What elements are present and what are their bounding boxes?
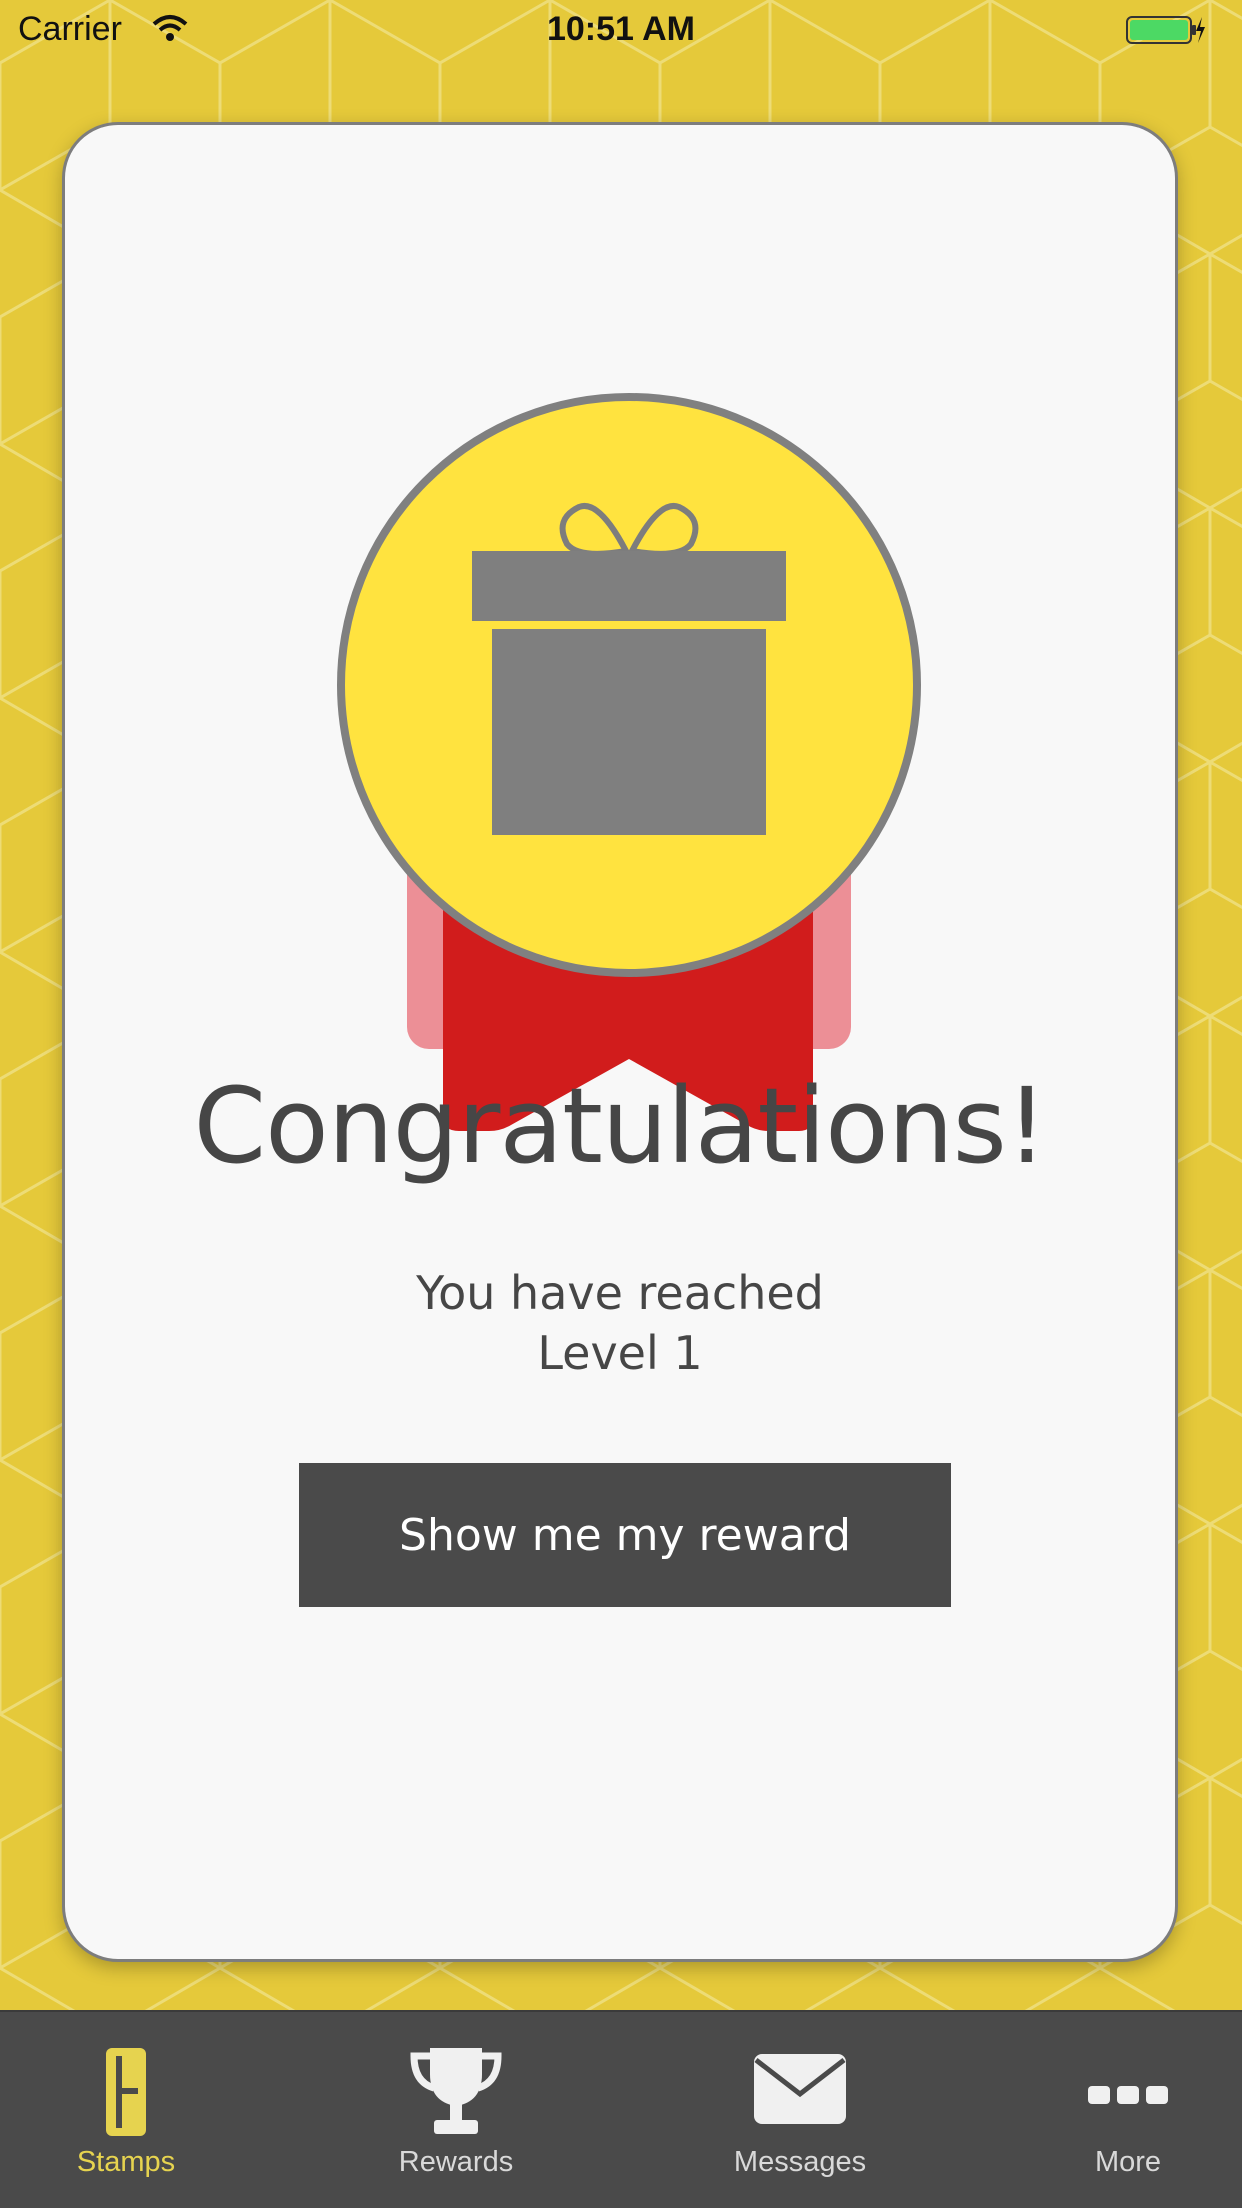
level-message: You have reached Level 1 (65, 1263, 1175, 1383)
app-screen: Carrier 10:51 AM Congratulations! You ha… (0, 0, 1242, 2208)
level-message-line2: Level 1 (537, 1326, 703, 1380)
tab-label-messages: Messages (733, 2146, 867, 2178)
show-reward-button[interactable]: Show me my reward (299, 1463, 951, 1607)
gift-icon (472, 502, 786, 835)
tab-more[interactable]: More (1028, 2012, 1228, 2208)
reward-card: Congratulations! You have reached Level … (62, 122, 1178, 1962)
stamps-icon (106, 2048, 146, 2136)
tab-messages[interactable]: Messages (700, 2012, 900, 2208)
battery-charging-icon (1126, 16, 1205, 44)
envelope-icon (754, 2054, 846, 2124)
tab-label-stamps: Stamps (76, 2146, 176, 2178)
tab-label-rewards: Rewards (398, 2146, 514, 2178)
trophy-icon (410, 2048, 502, 2134)
tab-stamps[interactable]: Stamps (26, 2012, 226, 2208)
more-dots-icon (1088, 2086, 1168, 2104)
level-message-line1: You have reached (416, 1266, 824, 1320)
congratulations-heading: Congratulations! (193, 1065, 1047, 1187)
clock: 10:51 AM (546, 10, 696, 48)
status-bar: Carrier 10:51 AM (0, 0, 1242, 60)
tab-bar: Stamps Rewards Messages More (0, 2010, 1242, 2208)
medal-badge (337, 393, 921, 1131)
tab-rewards[interactable]: Rewards (356, 2012, 556, 2208)
tab-label-more: More (1094, 2146, 1162, 2178)
